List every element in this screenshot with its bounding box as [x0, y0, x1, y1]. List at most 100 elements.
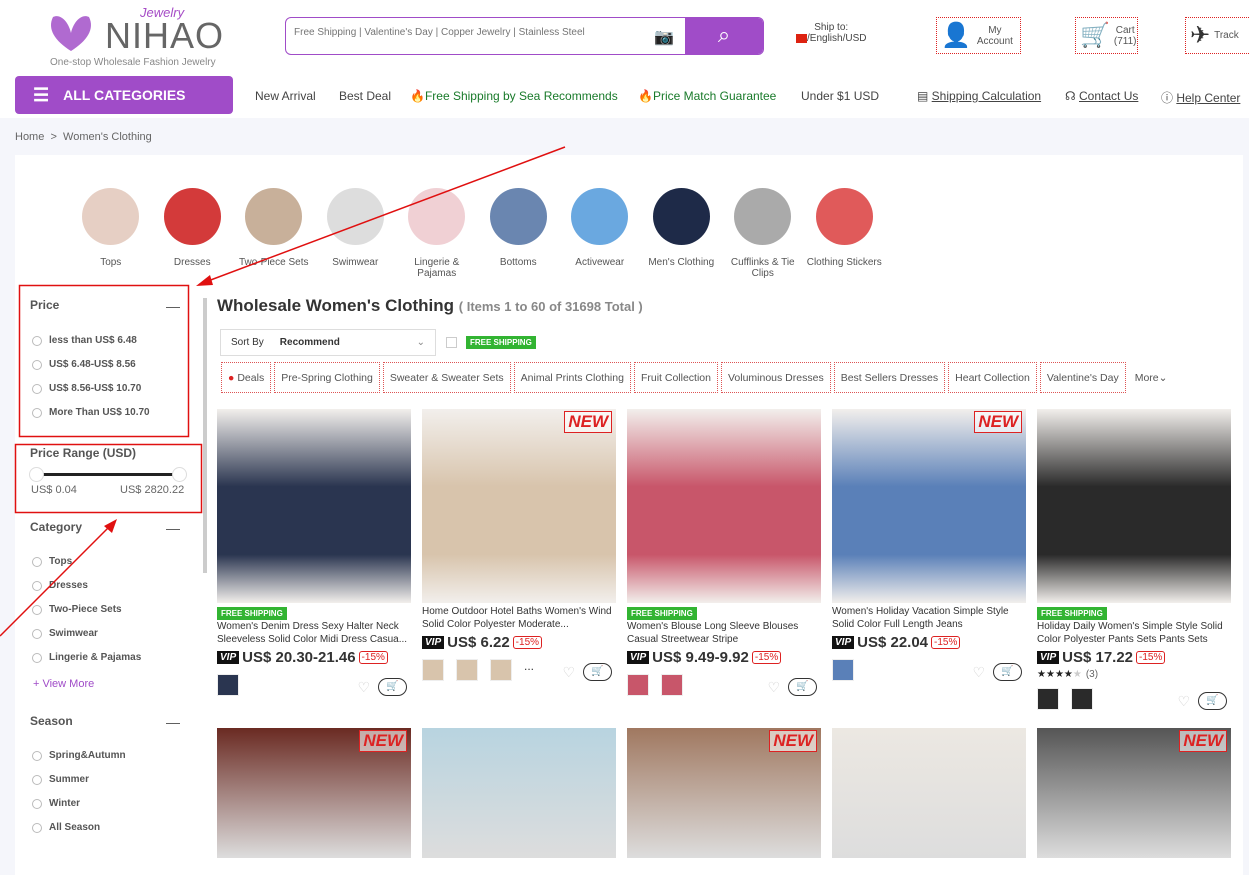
view-more-link[interactable]: + View More — [33, 678, 94, 690]
filter-option[interactable]: More Than US$ 10.70 — [32, 407, 150, 418]
breadcrumb-home[interactable]: Home — [15, 131, 44, 143]
tag-6[interactable]: Best Sellers Dresses — [833, 362, 946, 393]
tag-3[interactable]: Animal Prints Clothing — [513, 362, 631, 393]
radio-button[interactable] — [32, 407, 42, 418]
filter-option[interactable]: Spring&Autumn — [32, 750, 126, 761]
category-item[interactable]: Swimwear — [315, 188, 397, 279]
filter-option[interactable]: Summer — [32, 774, 89, 785]
category-item[interactable]: Tops — [70, 188, 152, 279]
color-thumbnail[interactable] — [661, 674, 683, 696]
product-card[interactable]: FREE SHIPPING Holiday Daily Women's Simpl… — [1037, 409, 1231, 710]
collapse-icon[interactable]: — — [166, 520, 180, 536]
product-card[interactable]: NEW — [217, 728, 411, 858]
wishlist-heart-icon[interactable]: ♡ — [767, 679, 780, 696]
filter-option[interactable]: less than US$ 6.48 — [32, 335, 137, 346]
tag-7[interactable]: Heart Collection — [948, 362, 1037, 393]
product-card[interactable]: NEW — [627, 728, 821, 858]
contact-us-link[interactable]: ☊ Contact Us — [1065, 89, 1138, 103]
wishlist-heart-icon[interactable]: ♡ — [357, 679, 370, 696]
filter-option[interactable]: Winter — [32, 798, 80, 809]
nav-under-1-usd[interactable]: Under $1 USD — [801, 89, 879, 103]
wishlist-heart-icon[interactable]: ♡ — [972, 664, 985, 681]
add-to-cart-button[interactable]: 🛒 — [993, 663, 1022, 681]
tag-5[interactable]: Voluminous Dresses — [720, 362, 831, 393]
filter-option[interactable]: All Season — [32, 822, 100, 833]
tag-2[interactable]: Sweater & Sweater Sets — [382, 362, 511, 393]
more-tags-button[interactable]: More ⌄ — [1129, 362, 1174, 393]
radio-button[interactable] — [32, 628, 42, 639]
category-item[interactable]: Men's Clothing — [641, 188, 723, 279]
filter-option[interactable]: Tops — [32, 556, 72, 567]
tag-0[interactable]: ● Deals — [221, 362, 272, 393]
radio-button[interactable] — [32, 383, 42, 394]
range-max-handle[interactable] — [172, 467, 187, 482]
radio-button[interactable] — [32, 822, 42, 833]
product-name[interactable]: Holiday Daily Women's Simple Style Solid… — [1037, 620, 1231, 646]
category-item[interactable]: Clothing Stickers — [804, 188, 886, 279]
color-thumbnail[interactable] — [1071, 688, 1093, 710]
shipping-calculation-link[interactable]: ▤ Shipping Calculation — [917, 89, 1041, 103]
product-image[interactable]: NEW — [832, 409, 1026, 603]
product-image[interactable]: NEW — [217, 728, 411, 858]
filter-option[interactable]: Two-Piece Sets — [32, 604, 122, 615]
help-center-link[interactable]: ⓘ Help Center — [1161, 89, 1240, 106]
color-thumbnail[interactable] — [627, 674, 649, 696]
tag-1[interactable]: Pre-Spring Clothing — [274, 362, 380, 393]
product-card[interactable]: FREE SHIPPING Women's Denim Dress Sexy Ha… — [217, 409, 411, 696]
season-filter-header[interactable]: Season — — [30, 714, 180, 730]
product-name[interactable]: Women's Denim Dress Sexy Halter Neck Sle… — [217, 620, 411, 646]
radio-button[interactable] — [32, 774, 42, 785]
sort-dropdown[interactable]: Sort By Recommend ⌄ — [220, 329, 436, 356]
category-item[interactable]: Dresses — [152, 188, 234, 279]
product-image[interactable] — [1037, 409, 1231, 603]
color-thumbnail[interactable] — [456, 659, 478, 681]
free-shipping-checkbox[interactable] — [446, 337, 457, 348]
filter-option[interactable]: US$ 8.56-US$ 10.70 — [32, 383, 141, 394]
color-thumbnail[interactable] — [1037, 688, 1059, 710]
nav-best-deal[interactable]: Best Deal — [339, 89, 391, 103]
collapse-icon[interactable]: — — [166, 714, 180, 730]
filter-option[interactable]: US$ 6.48-US$ 8.56 — [32, 359, 136, 370]
radio-button[interactable] — [32, 750, 42, 761]
category-item[interactable]: Bottoms — [478, 188, 560, 279]
add-to-cart-button[interactable]: 🛒 — [378, 678, 407, 696]
sidebar-scrollbar[interactable] — [203, 298, 207, 573]
product-image[interactable]: NEW — [422, 409, 616, 603]
tag-4[interactable]: Fruit Collection — [633, 362, 718, 393]
category-filter-header[interactable]: Category — — [30, 520, 180, 536]
radio-button[interactable] — [32, 580, 42, 591]
add-to-cart-button[interactable]: 🛒 — [788, 678, 817, 696]
product-image[interactable] — [627, 409, 821, 603]
product-name[interactable]: Women's Holiday Vacation Simple Style So… — [832, 605, 1026, 631]
radio-button[interactable] — [32, 604, 42, 615]
color-thumbnail[interactable] — [422, 659, 444, 681]
color-thumbnail[interactable] — [490, 659, 512, 681]
radio-button[interactable] — [32, 335, 42, 346]
search-input[interactable] — [294, 27, 644, 38]
ship-to[interactable]: Ship to: /English/USD — [796, 22, 866, 44]
product-name[interactable]: Home Outdoor Hotel Baths Women's Wind So… — [422, 605, 616, 631]
product-card[interactable]: NEW — [1037, 728, 1231, 858]
wishlist-heart-icon[interactable]: ♡ — [1177, 693, 1190, 710]
track-button[interactable]: ✈ Track — [1185, 17, 1249, 54]
product-image[interactable]: NEW — [1037, 728, 1231, 858]
tag-8[interactable]: Valentine's Day — [1039, 362, 1126, 393]
product-card[interactable]: FREE SHIPPING Women's Blouse Long Sleeve … — [627, 409, 821, 696]
product-card[interactable] — [832, 728, 1026, 858]
nav-free-shipping-sea[interactable]: 🔥Free Shipping by Sea Recommends — [410, 89, 618, 103]
radio-button[interactable] — [32, 359, 42, 370]
color-thumbnail[interactable] — [832, 659, 854, 681]
range-min-handle[interactable] — [29, 467, 44, 482]
product-image[interactable] — [422, 728, 616, 858]
category-item[interactable]: Activewear — [559, 188, 641, 279]
radio-button[interactable] — [32, 798, 42, 809]
search-button[interactable]: ⌕ — [685, 18, 763, 54]
filter-option[interactable]: Dresses — [32, 580, 88, 591]
all-categories-button[interactable]: ☰ ALL CATEGORIES — [15, 76, 233, 114]
filter-option[interactable]: Lingerie & Pajamas — [32, 652, 141, 663]
category-item[interactable]: Two-Piece Sets — [233, 188, 315, 279]
cart-button[interactable]: 🛒 Cart (711) — [1075, 17, 1138, 54]
product-image[interactable]: NEW — [627, 728, 821, 858]
radio-button[interactable] — [32, 556, 42, 567]
category-item[interactable]: Cufflinks & Tie Clips — [722, 188, 804, 279]
